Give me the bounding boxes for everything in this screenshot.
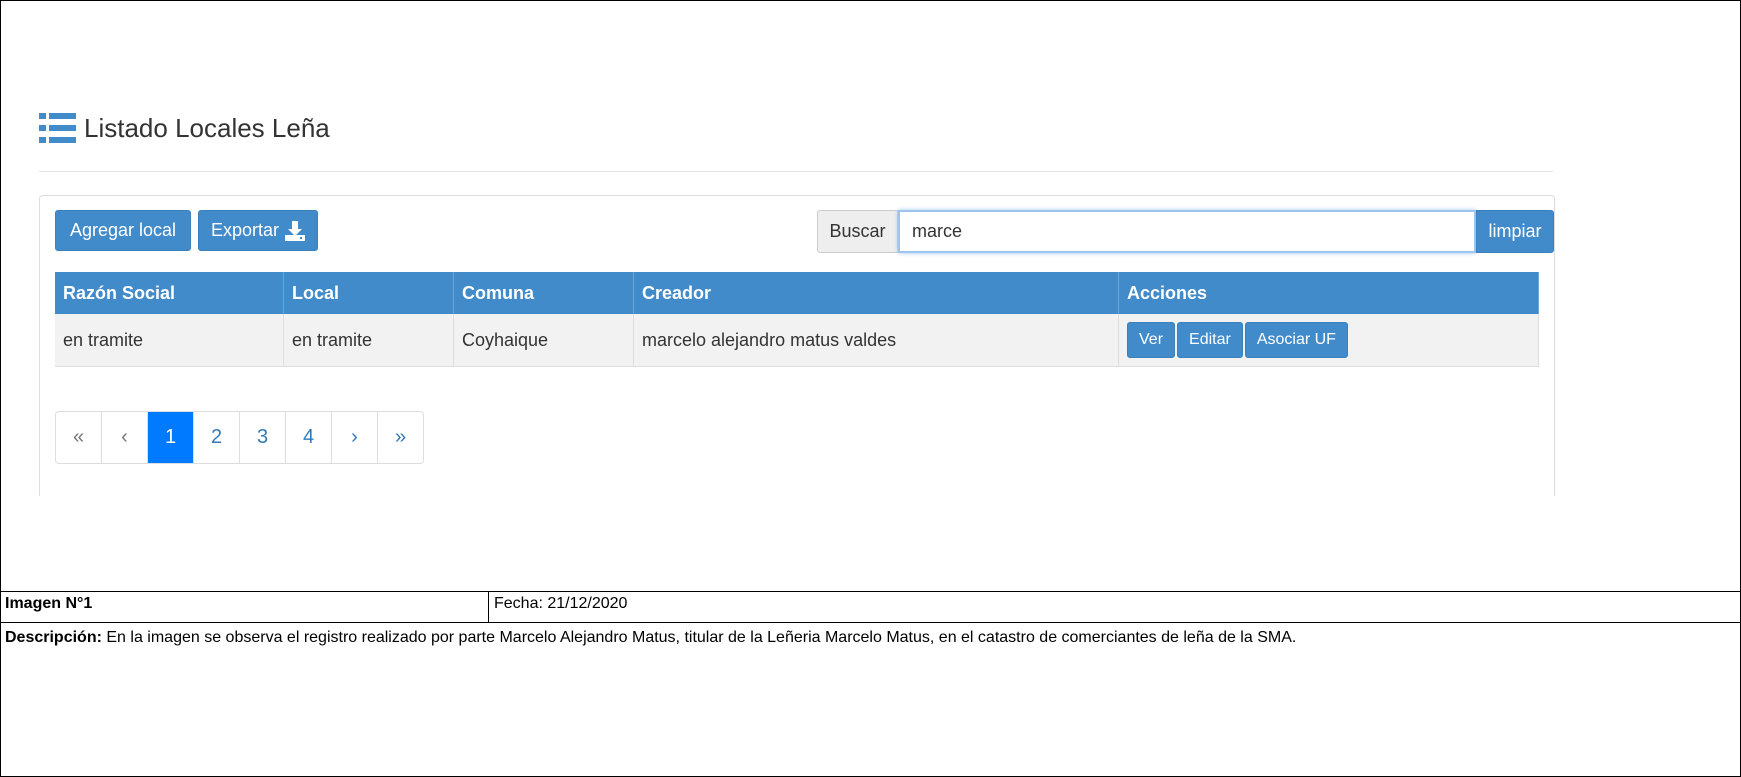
pagination: « ‹ 1 2 3 4 › »	[55, 411, 424, 464]
header-razon-social[interactable]: Razón Social	[55, 272, 284, 314]
header-comuna[interactable]: Comuna	[453, 272, 634, 314]
search-label: Buscar	[817, 210, 898, 253]
image-label: Imagen N°1	[0, 591, 489, 623]
cell-razon-social: en tramite	[55, 314, 284, 367]
page-1-button[interactable]: 1	[148, 412, 194, 463]
table-header-row: Razón Social Local Comuna Creador Accion…	[55, 272, 1539, 314]
export-label: Exportar	[210, 220, 280, 240]
list-icon	[39, 113, 76, 144]
header-local[interactable]: Local	[283, 272, 454, 314]
page-header: Listado Locales Leña	[39, 113, 330, 144]
download-icon	[285, 220, 306, 241]
associate-uf-button[interactable]: Asociar UF	[1244, 322, 1348, 358]
content-panel: Agregar local Exportar Buscar limpiar Ra…	[39, 195, 1555, 496]
image-date: Fecha: 21/12/2020	[488, 591, 1741, 623]
header-acciones: Acciones	[1118, 272, 1539, 314]
clear-search-button[interactable]: limpiar	[1476, 210, 1554, 253]
page-3-button[interactable]: 3	[240, 412, 286, 463]
export-button[interactable]: Exportar	[198, 210, 318, 251]
app-screenshot: Listado Locales Leña Agregar local Expor…	[1, 1, 1740, 591]
caption-table: Imagen N°1 Fecha: 21/12/2020 Descripción…	[0, 591, 1741, 709]
edit-button[interactable]: Editar	[1177, 322, 1243, 358]
cell-creador: marcelo alejandro matus valdes	[633, 314, 1119, 367]
page-title: Listado Locales Leña	[84, 113, 330, 143]
search-input[interactable]	[898, 210, 1476, 253]
table-row: en tramite en tramite Coyhaique marcelo …	[55, 314, 1539, 367]
page-4-button[interactable]: 4	[286, 412, 332, 463]
image-description: Descripción: En la imagen se observa el …	[0, 622, 1741, 709]
description-text: En la imagen se observa el registro real…	[101, 629, 1297, 646]
search-group: Buscar limpiar	[817, 210, 1554, 253]
next-page-button[interactable]: ›	[332, 412, 378, 463]
prev-page-button[interactable]: ‹	[102, 412, 148, 463]
last-page-button[interactable]: »	[378, 412, 423, 463]
description-label: Descripción:	[5, 629, 102, 646]
header-creador[interactable]: Creador	[633, 272, 1119, 314]
cell-local: en tramite	[283, 314, 454, 367]
view-button[interactable]: Ver	[1127, 322, 1176, 358]
locales-table: Razón Social Local Comuna Creador Accion…	[55, 272, 1539, 367]
add-local-button[interactable]: Agregar local	[55, 210, 191, 251]
page-2-button[interactable]: 2	[194, 412, 240, 463]
first-page-button[interactable]: «	[56, 412, 102, 463]
cell-comuna: Coyhaique	[453, 314, 634, 367]
cell-acciones: Ver Editar Asociar UF	[1118, 314, 1539, 367]
title-divider	[39, 171, 1553, 172]
